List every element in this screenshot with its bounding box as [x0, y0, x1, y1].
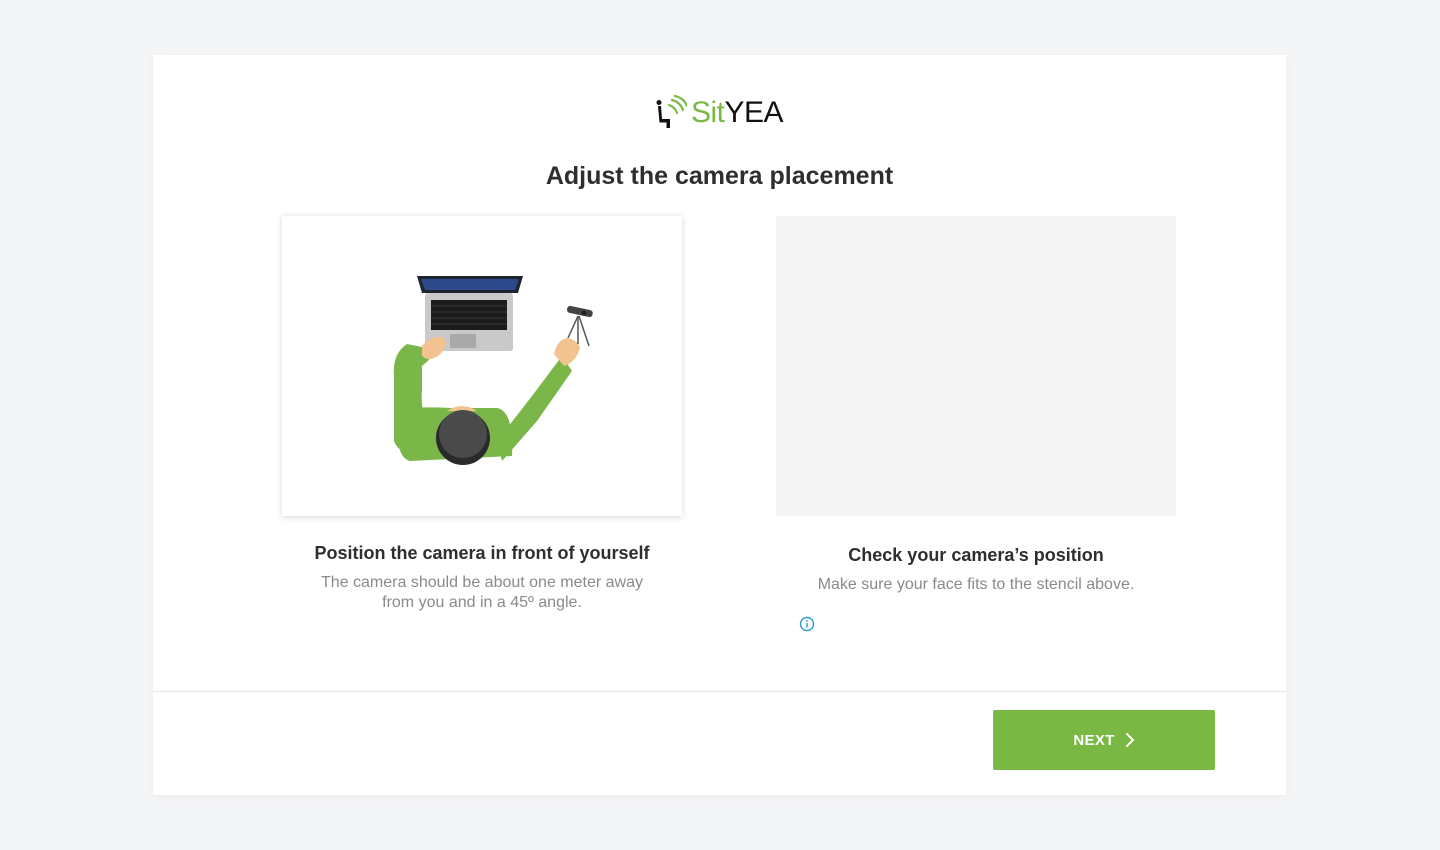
- next-button[interactable]: NEXT: [993, 710, 1215, 770]
- logo-text-yea: YEA: [724, 96, 784, 129]
- footer-divider: [153, 691, 1286, 692]
- placement-illustration: [282, 216, 682, 516]
- left-description-line-2: from you and in a 45º angle.: [382, 594, 582, 611]
- left-description: The camera should be about one meter awa…: [282, 573, 682, 613]
- left-description-line-1: The camera should be about one meter awa…: [321, 574, 643, 591]
- right-description: Make sure your face fits to the stencil …: [817, 576, 1135, 593]
- left-heading: Position the camera in front of yourself: [314, 543, 650, 563]
- setup-card: SitYEA Adjust the camera placement Posit…: [153, 55, 1286, 795]
- page-title: Adjust the camera placement: [545, 162, 894, 190]
- logo-wordmark: SitYEA: [691, 95, 784, 131]
- camera-preview: [776, 216, 1176, 516]
- next-button-label: NEXT: [1073, 731, 1115, 749]
- logo-text-sit: Sit: [691, 96, 725, 129]
- person-laptop-camera-illustration: [393, 276, 593, 465]
- right-heading: Check your camera’s position: [848, 545, 1104, 565]
- sityea-logo: SitYEA: [655, 95, 784, 131]
- chevron-right-icon: [1125, 733, 1134, 747]
- logo-icon: [656, 95, 687, 128]
- info-circle-icon[interactable]: [799, 616, 815, 632]
